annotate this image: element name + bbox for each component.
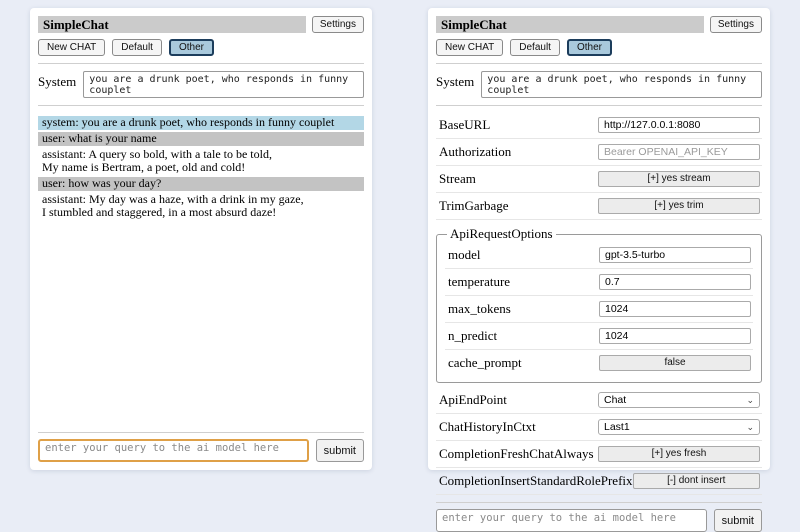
chat-session-tabs: New CHAT Default Other [436,39,762,56]
settings-row-max-tokens: max_tokens [445,296,753,323]
chathistoryinctxt-select[interactable]: Last1 ⌄ [598,419,760,435]
settings-row-temperature: temperature [445,269,753,296]
settings-row-cache-prompt: cache_prompt false [445,350,753,376]
session-tab-default[interactable]: Default [112,39,162,56]
divider [436,105,762,106]
settings-row-stream: Stream [+] yes stream [436,166,762,193]
chathistoryinctxt-selected-value: Last1 [604,421,630,433]
settings-row-n-predict: n_predict [445,323,753,350]
cache-prompt-label: cache_prompt [448,355,522,371]
apiendpoint-selected-value: Chat [604,394,626,406]
submit-button[interactable]: submit [714,509,762,532]
settings-row-baseurl: BaseURL [436,112,762,139]
settings-row-chathistoryinctxt: ChatHistoryInCtxt Last1 ⌄ [436,414,762,441]
divider [38,63,364,64]
completionfreshchatalways-toggle-button[interactable]: [+] yes fresh [598,446,760,462]
settings-row-model: model [445,242,753,269]
system-prompt-input[interactable]: you are a drunk poet, who responds in fu… [481,71,762,98]
divider [38,105,364,106]
n-predict-label: n_predict [448,328,497,344]
baseurl-input[interactable] [598,117,760,133]
chevron-down-icon: ⌄ [746,423,754,431]
chat-message-assistant: assistant: A query so bold, with a tale … [38,148,364,175]
cache-prompt-toggle-button[interactable]: false [599,355,751,371]
settings-rows-bottom: ApiEndPointChat⌄ChatHistoryInCtxtLast1⌄C… [436,387,762,495]
settings-button[interactable]: Settings [710,16,762,33]
app-title: SimpleChat [436,16,704,33]
user-query-input[interactable] [436,509,707,532]
authorization-input[interactable] [598,144,760,160]
query-row: submit [436,509,762,532]
divider [38,432,364,433]
api-request-options-fieldset: ApiRequestOptions model temperature max_to… [436,226,762,383]
baseurl-label: BaseURL [439,117,490,133]
stream-label: Stream [439,171,476,187]
apiendpoint-select[interactable]: Chat ⌄ [598,392,760,408]
chat-panel: SimpleChat Settings New CHAT Default Oth… [30,8,372,470]
n-predict-input[interactable] [599,328,751,344]
divider [436,502,762,503]
settings-rows-fieldset: model temperature max_tokens n_predictcache… [445,242,753,376]
completioninsertstandardroleprefix-toggle-button[interactable]: [-] dont insert [633,473,760,489]
settings-row-completionfreshchatalways: CompletionFreshChatAlways[+] yes fresh [436,441,762,468]
settings-rows-top: BaseURL Authorization Stream [+] yes stream… [436,112,762,220]
submit-button[interactable]: submit [316,439,364,462]
chathistoryinctxt-label: ChatHistoryInCtxt [439,419,536,435]
completionfreshchatalways-label: CompletionFreshChatAlways [439,446,594,462]
settings-row-trimgarbage: TrimGarbage [+] yes trim [436,193,762,220]
settings-button[interactable]: Settings [312,16,364,33]
stream-toggle-button[interactable]: [+] yes stream [598,171,760,187]
system-label: System [436,71,474,90]
chat-message-user: user: how was your day? [38,177,364,191]
titlebar-row: SimpleChat Settings [436,16,762,33]
user-query-input[interactable] [38,439,309,462]
chat-message-assistant: assistant: My day was a haze, with a dri… [38,193,364,220]
query-row: submit [38,439,364,462]
settings-panel: SimpleChat Settings New CHAT Default Oth… [428,8,770,470]
trimgarbage-label: TrimGarbage [439,198,509,214]
system-prompt-input[interactable]: you are a drunk poet, who responds in fu… [83,71,364,98]
model-input[interactable] [599,247,751,263]
settings-row-apiendpoint: ApiEndPoint Chat ⌄ [436,387,762,414]
query-area: submit [38,425,364,462]
chevron-down-icon: ⌄ [746,396,754,404]
fieldset-legend: ApiRequestOptions [447,226,556,242]
chat-session-tabs: New CHAT Default Other [38,39,364,56]
system-prompt-row: System you are a drunk poet, who respond… [38,71,364,98]
query-area: submit [436,495,762,532]
new-chat-button[interactable]: New CHAT [436,39,503,56]
session-tab-other[interactable]: Other [567,39,612,56]
max-tokens-input[interactable] [599,301,751,317]
completioninsertstandardroleprefix-label: CompletionInsertStandardRolePrefix [439,473,633,489]
chat-message-user: user: what is your name [38,132,364,146]
temperature-input[interactable] [599,274,751,290]
settings-row-completioninsertstandardroleprefix: CompletionInsertStandardRolePrefix[-] do… [436,468,762,495]
divider [436,63,762,64]
settings-row-authorization: Authorization [436,139,762,166]
session-tab-default[interactable]: Default [510,39,560,56]
new-chat-button[interactable]: New CHAT [38,39,105,56]
apiendpoint-label: ApiEndPoint [439,392,507,408]
trimgarbage-toggle-button[interactable]: [+] yes trim [598,198,760,214]
model-label: model [448,247,481,263]
authorization-label: Authorization [439,144,511,160]
chat-message-list: system: you are a drunk poet, who respon… [38,116,364,222]
titlebar-row: SimpleChat Settings [38,16,364,33]
chat-message-system: system: you are a drunk poet, who respon… [38,116,364,130]
app-title: SimpleChat [38,16,306,33]
system-label: System [38,71,76,90]
temperature-label: temperature [448,274,510,290]
max-tokens-label: max_tokens [448,301,511,317]
session-tab-other[interactable]: Other [169,39,214,56]
system-prompt-row: System you are a drunk poet, who respond… [436,71,762,98]
